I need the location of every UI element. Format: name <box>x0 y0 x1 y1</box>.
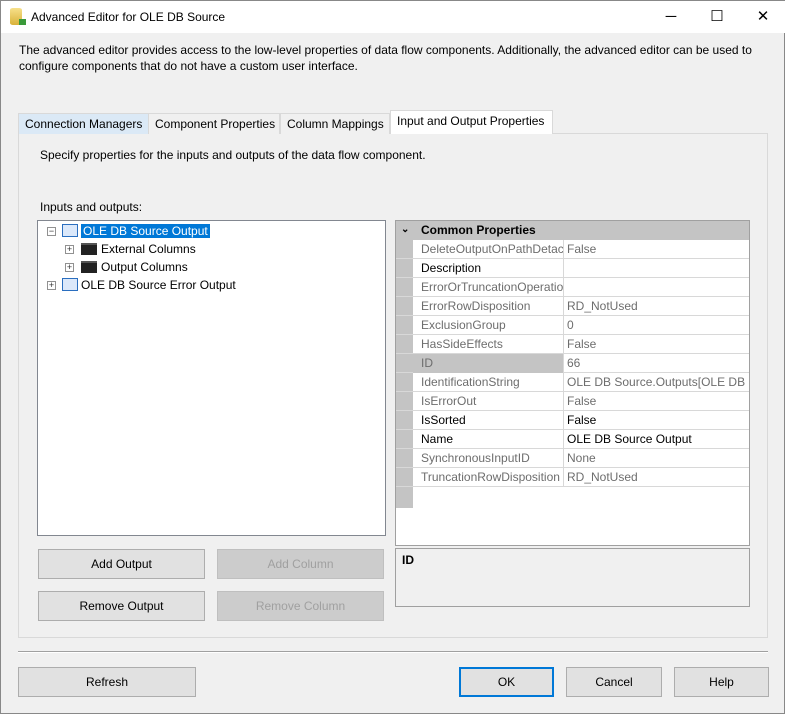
cancel-button[interactable]: Cancel <box>566 667 662 697</box>
tree-label: Inputs and outputs: <box>40 200 143 214</box>
property-row[interactable]: ErrorOrTruncationOperatio <box>396 278 749 297</box>
tree-node-output[interactable]: OLE DB Source Output <box>62 222 210 240</box>
property-row[interactable]: Name OLE DB Source Output <box>396 430 749 449</box>
chevron-down-icon[interactable]: ⌄ <box>401 221 409 239</box>
property-name: IsSorted <box>413 411 564 430</box>
property-value[interactable]: False <box>565 411 596 429</box>
editor-description: The advanced editor provides access to t… <box>19 43 752 73</box>
expand-icon[interactable]: + <box>65 245 74 254</box>
tree-node-external-columns[interactable]: External Columns <box>81 240 196 258</box>
tab-connection-managers[interactable]: Connection Managers <box>18 113 149 134</box>
property-value[interactable]: 66 <box>565 354 580 372</box>
tab-input-output-properties[interactable]: Input and Output Properties <box>390 110 553 134</box>
tree-node-label: Output Columns <box>101 260 188 274</box>
property-name: SynchronousInputID <box>413 449 564 468</box>
tree-node-output-columns[interactable]: Output Columns <box>81 258 188 276</box>
property-value[interactable]: False <box>565 392 596 410</box>
collapse-icon[interactable]: − <box>47 227 56 236</box>
property-row[interactable]: ExclusionGroup 0 <box>396 316 749 335</box>
folder-icon <box>81 261 97 273</box>
property-grid[interactable]: ⌄ Common Properties DeleteOutputOnPathDe… <box>395 220 750 546</box>
help-button[interactable]: Help <box>674 667 769 697</box>
expand-icon[interactable]: + <box>65 263 74 272</box>
panel-instruction: Specify properties for the inputs and ou… <box>40 148 426 162</box>
property-name: ErrorRowDisposition <box>413 297 564 316</box>
remove-output-button[interactable]: Remove Output <box>38 591 205 621</box>
property-row[interactable]: HasSideEffects False <box>396 335 749 354</box>
title-bar: Advanced Editor for OLE DB Source ─ ☐ ✕ <box>1 1 785 33</box>
output-icon <box>62 224 78 237</box>
close-button[interactable]: ✕ <box>740 1 785 33</box>
window-title: Advanced Editor for OLE DB Source <box>31 10 226 24</box>
property-name: ID <box>413 354 564 373</box>
property-name: ExclusionGroup <box>413 316 564 335</box>
inputs-outputs-tree[interactable]: − OLE DB Source Output + External Column… <box>37 220 386 536</box>
property-name: IdentificationString <box>413 373 564 392</box>
property-value[interactable]: 0 <box>565 316 574 334</box>
property-name: DeleteOutputOnPathDetac <box>413 240 564 259</box>
property-value[interactable]: None <box>565 449 596 467</box>
property-row[interactable]: IsSorted False <box>396 411 749 430</box>
refresh-button[interactable]: Refresh <box>18 667 196 697</box>
category-label: Common Properties <box>421 223 536 237</box>
property-name: IsErrorOut <box>413 392 564 411</box>
category-common-properties[interactable]: ⌄ Common Properties <box>396 221 749 240</box>
property-value[interactable]: False <box>565 335 596 353</box>
property-row[interactable]: DeleteOutputOnPathDetac False <box>396 240 749 259</box>
tree-node-label: OLE DB Source Output <box>81 224 210 238</box>
property-name: Name <box>413 430 564 449</box>
separator <box>18 651 768 653</box>
tree-node-label: OLE DB Source Error Output <box>81 278 236 292</box>
property-value[interactable]: RD_NotUsed <box>565 297 638 315</box>
property-name: Description <box>413 259 564 278</box>
property-value[interactable]: RD_NotUsed <box>565 468 638 486</box>
property-row[interactable]: TruncationRowDisposition RD_NotUsed <box>396 468 749 487</box>
property-row[interactable]: SynchronousInputID None <box>396 449 749 468</box>
folder-icon <box>81 243 97 255</box>
ok-button[interactable]: OK <box>459 667 554 697</box>
tree-node-label: External Columns <box>101 242 196 256</box>
property-row[interactable]: IsErrorOut False <box>396 392 749 411</box>
property-help-box: ID <box>395 548 750 607</box>
remove-column-button[interactable]: Remove Column <box>217 591 384 621</box>
property-row[interactable]: Description <box>396 259 749 278</box>
property-value[interactable]: OLE DB Source Output <box>565 430 692 448</box>
maximize-button[interactable]: ☐ <box>694 1 740 33</box>
property-name: TruncationRowDisposition <box>413 468 564 487</box>
add-column-button[interactable]: Add Column <box>217 549 384 579</box>
output-icon <box>62 278 78 291</box>
minimize-button[interactable]: ─ <box>648 1 694 33</box>
property-value[interactable]: False <box>565 240 596 258</box>
property-value[interactable]: OLE DB Source.Outputs[OLE DB Source Outp… <box>565 373 749 391</box>
expand-icon[interactable]: + <box>47 281 56 290</box>
tab-component-properties[interactable]: Component Properties <box>148 113 280 134</box>
property-row[interactable]: ID 66 <box>396 354 749 373</box>
help-title: ID <box>402 553 414 567</box>
app-icon <box>10 8 26 25</box>
tree-node-error-output[interactable]: OLE DB Source Error Output <box>62 276 236 294</box>
property-name: ErrorOrTruncationOperatio <box>413 278 564 297</box>
property-name: HasSideEffects <box>413 335 564 354</box>
tab-column-mappings[interactable]: Column Mappings <box>280 113 390 134</box>
add-output-button[interactable]: Add Output <box>38 549 205 579</box>
property-row[interactable]: ErrorRowDisposition RD_NotUsed <box>396 297 749 316</box>
property-row[interactable]: IdentificationString OLE DB Source.Output… <box>396 373 749 392</box>
